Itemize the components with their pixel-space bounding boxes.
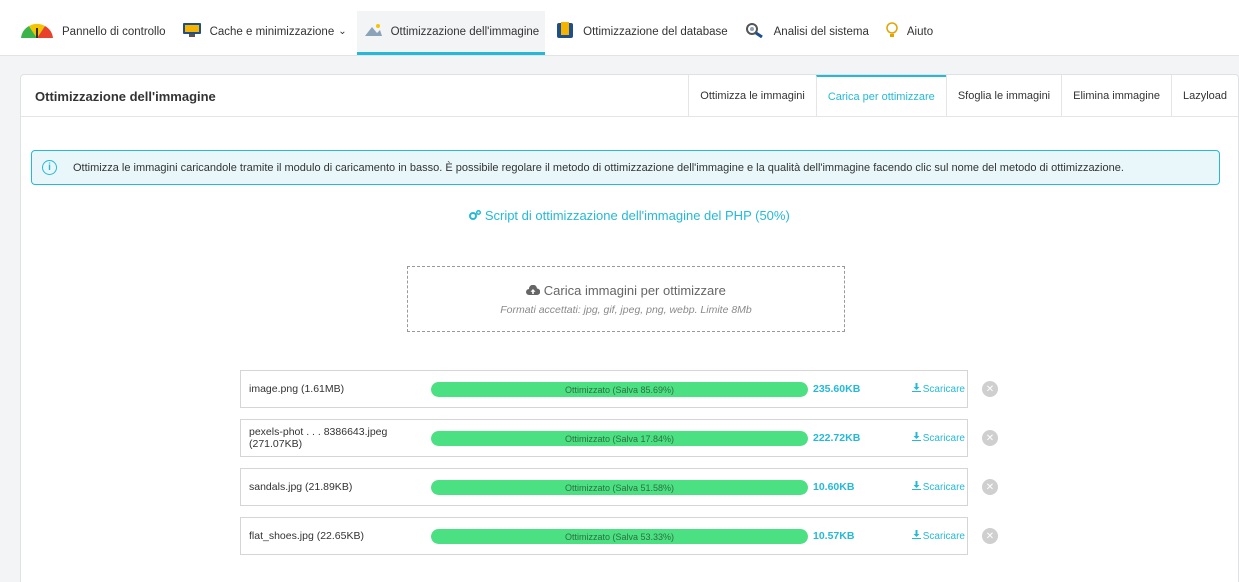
optimized-size: 222.72KB [813, 432, 861, 444]
nav-item-label: Cache e minimizzazione [209, 25, 335, 38]
tab-optimize-images[interactable]: Ottimizza le immagini [688, 75, 816, 117]
tab-browse-images[interactable]: Sfoglia le immagini [945, 75, 1061, 117]
progress-status: Ottimizzato (Salva 85.69%) [564, 384, 675, 395]
tab-delete-image[interactable]: Elimina immagine [1061, 75, 1171, 117]
file-row: image.png (1.61MB) Ottimizzato (Salva 85… [240, 370, 968, 408]
page-title: Ottimizzazione dell'immagine [35, 89, 216, 104]
download-label: Scaricare [922, 383, 965, 395]
nav-item-dashboard[interactable]: Pannello di controllo [14, 11, 172, 55]
info-alert: i Ottimizza le immagini caricandole tram… [31, 150, 1220, 185]
file-name: pexels-phot . . . 8386643.jpeg (271.07KB… [249, 426, 388, 450]
help-bulb-icon [885, 21, 899, 42]
file-name: image.png (1.61MB) [249, 383, 345, 395]
info-icon: i [42, 160, 57, 175]
progress-bar: Ottimizzato (Salva 53.33%) [431, 529, 808, 544]
upload-title: Carica immagini per ottimizzare [408, 283, 844, 298]
nav-item-label: Aiuto [906, 25, 934, 38]
progress-bar: Ottimizzato (Salva 85.69%) [431, 382, 808, 397]
gears-icon [469, 208, 485, 223]
remove-file-button[interactable]: ✕ [982, 528, 998, 544]
nav-item-label: Pannello di controllo [62, 25, 166, 38]
upload-formats: Formati accettati: jpg, gif, jpeg, png, … [500, 304, 752, 316]
file-row: flat_shoes.jpg (22.65KB) Ottimizzato (Sa… [240, 517, 968, 555]
progress-fill: Ottimizzato (Salva 51.58%) [431, 480, 808, 495]
top-navigation: Pannello di controllo Cache e minimizzaz… [0, 0, 1239, 56]
download-icon [911, 481, 923, 493]
progress-fill: Ottimizzato (Salva 85.69%) [431, 382, 808, 397]
download-button[interactable]: Scaricare [911, 518, 965, 554]
nav-item-image-optimization[interactable]: Ottimizzazione dell'immagine [356, 11, 546, 55]
tab-upload-to-optimize[interactable]: Carica per ottimizzare [815, 75, 946, 117]
remove-file-button[interactable]: ✕ [982, 430, 998, 446]
file-name: sandals.jpg (21.89KB) [249, 481, 353, 493]
download-label: Scaricare [922, 530, 965, 542]
progress-status: Ottimizzato (Salva 51.58%) [564, 482, 675, 493]
panel-header: Ottimizzazione dell'immagine Ottimizza l… [21, 75, 1238, 117]
progress-fill: Ottimizzato (Salva 17.84%) [431, 431, 808, 446]
upload-title-label: Carica immagini per ottimizzare [543, 283, 726, 298]
download-icon [911, 432, 923, 444]
script-link-label: Script di ottimizzazione dell'immagine d… [484, 208, 790, 223]
download-label: Scaricare [922, 432, 965, 444]
optimized-size: 10.57KB [813, 530, 855, 542]
nav-item-system-analysis[interactable]: Analisi del sistema [738, 11, 875, 55]
download-button[interactable]: Scaricare [911, 371, 965, 407]
close-icon: ✕ [985, 481, 995, 493]
nav-item-label: Ottimizzazione del database [583, 25, 728, 38]
close-icon: ✕ [985, 530, 995, 542]
nav-item-help[interactable]: Aiuto [879, 11, 939, 55]
info-text: Ottimizza le immagini caricandole tramit… [73, 161, 1124, 174]
system-analysis-icon [744, 22, 766, 41]
nav-item-database[interactable]: Ottimizzazione del database [549, 11, 733, 55]
progress-fill: Ottimizzato (Salva 53.33%) [431, 529, 808, 544]
progress-bar: Ottimizzato (Salva 51.58%) [431, 480, 808, 495]
progress-bar: Ottimizzato (Salva 17.84%) [431, 431, 808, 446]
remove-file-button[interactable]: ✕ [982, 479, 998, 495]
nav-item-label: Analisi del sistema [773, 25, 869, 38]
progress-status: Ottimizzato (Salva 17.84%) [564, 433, 675, 444]
download-icon [911, 530, 923, 542]
nav-item-cache[interactable]: Cache e minimizzazione ⌄ [176, 11, 353, 55]
file-row: pexels-phot . . . 8386643.jpeg (271.07KB… [240, 419, 968, 457]
tab-lazyload[interactable]: Lazyload [1170, 75, 1238, 117]
upload-dropzone[interactable]: Carica immagini per ottimizzare Formati … [407, 266, 845, 332]
remove-file-button[interactable]: ✕ [982, 381, 998, 397]
progress-status: Ottimizzato (Salva 53.33%) [564, 531, 675, 542]
download-button[interactable]: Scaricare [911, 469, 965, 505]
download-icon [911, 383, 923, 395]
close-icon: ✕ [985, 383, 995, 395]
optimized-size: 10.60KB [813, 481, 855, 493]
monitor-icon [182, 22, 202, 41]
download-button[interactable]: Scaricare [911, 420, 965, 456]
file-name: flat_shoes.jpg (22.65KB) [249, 530, 364, 542]
panel-tabs: Ottimizza le immagini Carica per ottimiz… [688, 75, 1238, 117]
optimized-size: 235.60KB [813, 383, 861, 395]
image-icon [363, 22, 383, 41]
optimization-script-link[interactable]: Script di ottimizzazione dell'immagine d… [21, 208, 1238, 223]
database-icon [555, 21, 575, 42]
nav-item-label: Ottimizzazione dell'immagine [390, 25, 540, 38]
close-icon: ✕ [985, 432, 995, 444]
chevron-down-icon: ⌄ [338, 26, 347, 37]
dashboard-gauge-icon [20, 22, 54, 41]
download-label: Scaricare [922, 481, 965, 493]
file-row: sandals.jpg (21.89KB) Ottimizzato (Salva… [240, 468, 968, 506]
cloud-upload-icon [526, 283, 544, 298]
